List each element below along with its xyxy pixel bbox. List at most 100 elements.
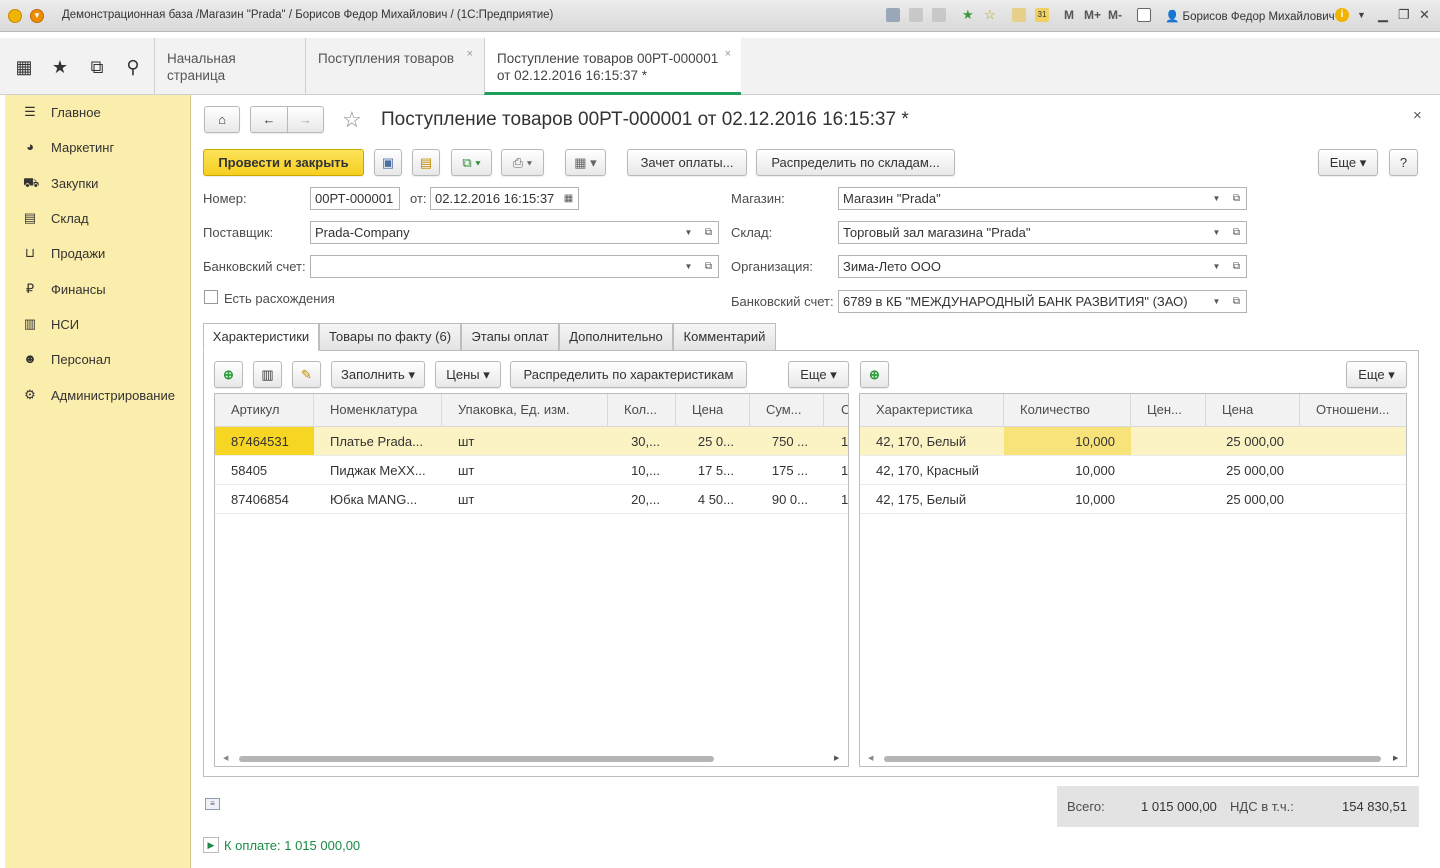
table-cell[interactable]: 25 000,00 [1206,456,1300,485]
supplier-field[interactable]: Prada-Company [310,221,679,244]
table-cell[interactable]: 10,000 [1004,456,1131,485]
table-cell[interactable]: 4 50... [676,485,750,514]
fill-button[interactable]: Заполнить ▾ [331,361,425,388]
col-qty[interactable]: Кол... [608,394,676,427]
save-icon[interactable]: ▣ [374,149,402,176]
history-icon[interactable]: ⧉ [86,56,108,78]
minimize-icon[interactable]: ▁ [1378,7,1388,23]
tab-document[interactable]: Поступление товаров 00РТ-000001 от 02.12… [484,38,741,95]
close-icon[interactable]: ✕ [1419,7,1430,23]
post-icon[interactable]: ▤ [412,149,440,176]
chevron-down-icon[interactable]: ▼ [678,255,700,278]
save-icon[interactable] [886,8,900,22]
table-cell[interactable]: 750 ... [750,427,824,456]
favorites-icon[interactable]: ☆ [984,8,998,22]
add-row-icon[interactable]: ⊕ [214,361,243,388]
table-cell[interactable]: Пиджак MeXX... [314,456,442,485]
open-icon[interactable]: ⧉ [699,255,719,278]
table-cell[interactable]: 42, 170, Белый [860,427,1004,456]
post-and-close-button[interactable]: Провести и закрыть [203,149,364,176]
panels-icon[interactable] [1137,8,1151,22]
expand-payment-icon[interactable]: ▶ [203,837,219,853]
table-cell[interactable] [1300,427,1406,456]
memory-mplus-button[interactable]: M+ [1084,8,1101,22]
message-icon[interactable]: ≡ [205,798,220,810]
home-button[interactable]: ⌂ [204,106,240,133]
main-menu-icon[interactable]: ▼ [30,9,44,23]
table-cell[interactable] [1131,427,1206,456]
more-button[interactable]: Еще ▾ [1318,149,1378,176]
col-price[interactable]: Цена [676,394,750,427]
bank-account2-field[interactable]: 6789 в КБ "МЕЖДУНАРОДНЫЙ БАНК РАЗВИТИЯ" … [838,290,1207,313]
favorites-add-icon[interactable]: ★ [962,8,976,22]
current-user[interactable]: 👤 Борисов Федор Михайлович [1165,9,1335,23]
table-cell[interactable]: 58405 [215,456,314,485]
calendar-icon[interactable]: ▦ [559,187,579,210]
scroll-left-icon[interactable]: ◀ [223,754,228,762]
table-cell[interactable]: 1 [824,456,848,485]
table-cell[interactable]: 87406854 [215,485,314,514]
table-cell[interactable]: 10,... [608,456,676,485]
table-cell[interactable]: 1 [824,427,848,456]
open-icon[interactable]: ⧉ [1227,255,1247,278]
open-icon[interactable]: ⧉ [1227,290,1247,313]
favorite-star-icon[interactable]: ☆ [342,107,362,133]
bank-account-field[interactable] [310,255,679,278]
sidebar-item-sales[interactable]: ⊔ Продажи [23,245,193,265]
calculator-icon[interactable] [1012,8,1026,22]
organization-field[interactable]: Зима-Лето ООО [838,255,1207,278]
tab-receipts[interactable]: Поступления товаров × [305,38,483,95]
left-more-button[interactable]: Еще ▾ [788,361,849,388]
chevron-down-icon[interactable]: ▼ [1206,187,1228,210]
sidebar-item-marketing[interactable]: ◕ Маркетинг [23,139,193,159]
search-icon[interactable]: ⚲ [122,56,144,78]
scroll-right-icon[interactable]: ▶ [834,754,839,762]
right-more-button[interactable]: Еще ▾ [1346,361,1407,388]
table-cell[interactable] [1131,485,1206,514]
open-icon[interactable]: ⧉ [699,221,719,244]
table-cell[interactable]: 25 000,00 [1206,427,1300,456]
table-cell[interactable]: 42, 175, Белый [860,485,1004,514]
add-characteristic-icon[interactable]: ⊕ [860,361,889,388]
chevron-down-icon[interactable]: ▼ [1206,290,1228,313]
app-logo-icon[interactable] [8,9,22,23]
table-cell[interactable]: 30,... [608,427,676,456]
distribute-characteristics-button[interactable]: Распределить по характеристикам [510,361,747,388]
preview-icon[interactable] [932,8,946,22]
distribute-warehouses-button[interactable]: Распределить по складам... [756,149,955,176]
reports-icon[interactable]: ▦ ▾ [565,149,606,176]
col-extra[interactable]: С [824,394,848,427]
col-characteristic[interactable]: Характеристика [860,394,1004,427]
characteristics-table[interactable]: Характеристика Количество Цен... Цена От… [859,393,1407,767]
table-cell[interactable]: Платье Prada... [314,427,442,456]
table-cell[interactable]: 1 [824,485,848,514]
col-sum[interactable]: Сум... [750,394,824,427]
col-price-type[interactable]: Цен... [1131,394,1206,427]
sidebar-item-personnel[interactable]: ☻ Персонал [23,351,193,371]
table-cell[interactable]: шт [442,427,608,456]
tab-actual-goods[interactable]: Товары по факту (6) [319,323,461,351]
zachet-button[interactable]: Зачет оплаты... [627,149,747,176]
col-relation[interactable]: Отношени... [1300,394,1406,427]
sidebar-item-main[interactable]: ☰ Главное [23,104,193,124]
col-package[interactable]: Упаковка, Ед. изм. [442,394,608,427]
print-icon[interactable]: ⎙ ▾ [501,149,544,176]
table-cell[interactable]: 25 000,00 [1206,485,1300,514]
tab-payment-stages[interactable]: Этапы оплат [461,323,559,351]
horizontal-scrollbar[interactable] [884,756,1381,762]
col-quantity[interactable]: Количество [1004,394,1131,427]
payment-link[interactable]: К оплате: 1 015 000,00 [224,838,360,853]
sidebar-item-nsi[interactable]: ▥ НСИ [23,316,193,336]
table-cell[interactable]: Юбка MANG... [314,485,442,514]
open-icon[interactable]: ⧉ [1227,187,1247,210]
chevron-down-icon[interactable]: ▼ [678,221,700,244]
print-icon[interactable] [909,8,923,22]
horizontal-scrollbar[interactable] [239,756,714,762]
close-tab-icon[interactable]: × [725,46,731,63]
barcode-icon[interactable]: ▥ [253,361,282,388]
table-cell[interactable]: 20,... [608,485,676,514]
help-button[interactable]: ? [1389,149,1418,176]
tab-home[interactable]: Начальная страница [154,38,304,95]
goods-table[interactable]: Артикул Номенклатура Упаковка, Ед. изм. … [214,393,849,767]
restore-icon[interactable]: ❐ [1398,7,1410,23]
